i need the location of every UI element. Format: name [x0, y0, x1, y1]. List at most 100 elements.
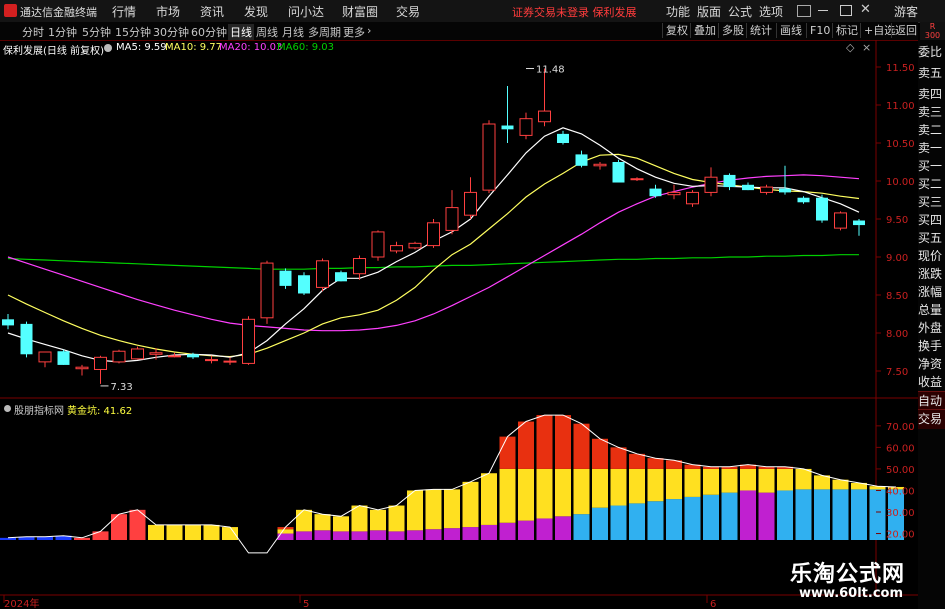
sidebar-item-10[interactable]: 买五	[918, 229, 945, 248]
sidebar-item-12[interactable]: 涨跌	[918, 265, 945, 284]
user-guest[interactable]: 游客	[894, 3, 918, 20]
sidebar-item-5[interactable]: 卖一	[918, 139, 945, 158]
chart-area[interactable]: 11.48 7.33 7.50 8.00 8.50 9.00 9.50 10.00 10.50…	[0, 40, 918, 609]
statistics-button[interactable]: 统计	[746, 23, 775, 38]
menu-ask-xiaoda[interactable]: 问小达	[288, 3, 324, 20]
sub-indicator-icon[interactable]	[4, 405, 11, 412]
menu-discover[interactable]: 发现	[244, 3, 268, 20]
period-30min[interactable]: 30分钟	[153, 24, 189, 40]
draw-line-button[interactable]: 画线	[776, 23, 805, 38]
candle-body-down	[779, 188, 791, 193]
close-icon[interactable]: ✕	[860, 2, 871, 17]
multi-stock-button[interactable]: 多股	[718, 23, 747, 38]
period-5min[interactable]: 5分钟	[82, 24, 111, 40]
sidebar-item-1[interactable]: 卖五	[918, 64, 945, 83]
menu-trade[interactable]: 交易	[396, 3, 420, 20]
menu-options[interactable]: 选项	[759, 3, 783, 20]
overlay-button[interactable]: 叠加	[690, 23, 719, 38]
skin-icon[interactable]	[797, 5, 811, 17]
period-tick[interactable]: 分时	[22, 24, 44, 40]
indicator-bar-yellow	[462, 481, 479, 528]
sidebar-item-11[interactable]: 现价	[918, 247, 945, 266]
sidebar-item-20[interactable]: 交易	[918, 409, 945, 429]
back-button[interactable]: 返回	[891, 23, 920, 38]
indicator-bar-yellow	[573, 468, 590, 515]
sidebar-item-8[interactable]: 买三	[918, 193, 945, 212]
sidebar-item-15[interactable]: 外盘	[918, 319, 945, 338]
indicator-tick-label: 20.00	[886, 530, 915, 541]
period-more[interactable]: 更多	[343, 24, 365, 40]
menu-formula[interactable]: 公式	[728, 3, 752, 20]
price-tick-label: 11.00	[886, 101, 915, 112]
indicator-settings-icon[interactable]	[104, 44, 112, 52]
indicator-bar-yellow	[351, 505, 368, 532]
candle-body-up	[149, 352, 163, 355]
indicator-bar-yellow	[740, 468, 756, 491]
menu-layout[interactable]: 版面	[697, 3, 721, 20]
period-multi[interactable]: 多周期	[308, 24, 341, 40]
watermark-url: www.60lt.com	[799, 586, 904, 601]
indicator-bar-yellow	[407, 490, 423, 531]
menu-news[interactable]: 资讯	[200, 3, 224, 20]
menu-wealth-circle[interactable]: 财富圈	[342, 3, 378, 20]
price-tick-label: 10.00	[886, 177, 915, 188]
indicator-tick-label: 60.00	[886, 443, 915, 454]
indicator-bar-base	[555, 516, 571, 540]
period-15min[interactable]: 15分钟	[115, 24, 151, 40]
sidebar-item-9[interactable]: 买四	[918, 211, 945, 230]
indicator-bar-base	[462, 527, 479, 540]
sidebar-item-13[interactable]: 涨幅	[918, 283, 945, 302]
period-1min[interactable]: 1分钟	[48, 24, 77, 40]
mark-button[interactable]: 标记	[832, 23, 861, 38]
price-tick-label: 7.50	[886, 367, 908, 378]
period-weekly[interactable]: 周线	[256, 24, 278, 40]
indicator-tick-label: 50.00	[886, 465, 915, 476]
sidebar-item-18[interactable]: 收益	[918, 373, 945, 392]
sidebar-item-6[interactable]: 买一	[918, 157, 945, 176]
diamond-icon[interactable]: ◇	[846, 41, 854, 54]
sidebar-item-19[interactable]: 自动	[918, 391, 945, 411]
sub-chart-value: 黄金坑: 41.62	[67, 406, 133, 417]
period-toolbar: 分时 1分钟 5分钟 15分钟 30分钟 60分钟 日线 周线 月线 多周期 更…	[0, 22, 918, 41]
login-notice[interactable]: 证券交易未登录 保利发展	[512, 4, 637, 20]
indicator-bar-base	[777, 490, 793, 540]
candle-body-up	[316, 260, 329, 288]
close-panel-icon[interactable]: ×	[862, 41, 871, 54]
price-tick-label: 8.00	[886, 329, 908, 340]
maximize-icon[interactable]	[840, 5, 852, 16]
indicator-bar-base	[444, 528, 460, 540]
menu-function[interactable]: 功能	[666, 3, 690, 20]
adjust-button[interactable]: 复权	[662, 23, 691, 38]
sidebar-item-16[interactable]: 换手	[918, 337, 945, 356]
candle-body-up	[371, 231, 385, 258]
indicator-bar-base	[370, 530, 386, 540]
indicator-bar-base	[573, 514, 590, 540]
period-60min[interactable]: 60分钟	[191, 24, 227, 40]
period-daily[interactable]: 日线	[228, 24, 254, 40]
sidebar-item-14[interactable]: 总量	[918, 301, 945, 320]
menu-market[interactable]: 市场	[156, 3, 180, 20]
sidebar-item-0[interactable]: 委比	[918, 43, 945, 62]
indicator-bar-yellow	[166, 524, 183, 540]
indicator-bar-red	[573, 423, 590, 469]
chevron-right-icon[interactable]: ›	[367, 24, 371, 37]
title-bar: 通达信金融终端 行情 市场 资讯 发现 问小达 财富圈 交易 证券交易未登录 保…	[0, 0, 945, 23]
indicator-bar-yellow	[555, 468, 571, 517]
candle-body-up	[75, 366, 89, 370]
period-monthly[interactable]: 月线	[282, 24, 304, 40]
f10-button[interactable]: F10	[806, 23, 833, 38]
sidebar-item-4[interactable]: 卖二	[918, 121, 945, 140]
indicator-bar-yellow	[222, 527, 238, 540]
sidebar-item-7[interactable]: 买二	[918, 175, 945, 194]
sidebar-item-2[interactable]: 卖四	[918, 85, 945, 104]
menu-quotes[interactable]: 行情	[112, 3, 136, 20]
indicator-bars	[0, 414, 904, 554]
rights-badge-top: R	[929, 22, 936, 31]
candle-body-up	[427, 222, 440, 247]
sidebar-item-17[interactable]: 净资	[918, 355, 945, 374]
sidebar-item-3[interactable]: 卖三	[918, 103, 945, 122]
indicator-bar-yellow	[203, 524, 220, 540]
minimize-icon[interactable]	[818, 10, 828, 11]
indicator-bar-base	[684, 496, 701, 540]
price-axis: 7.50 8.00 8.50 9.00 9.50 10.00 10.50 11.00 11.50	[876, 63, 915, 378]
